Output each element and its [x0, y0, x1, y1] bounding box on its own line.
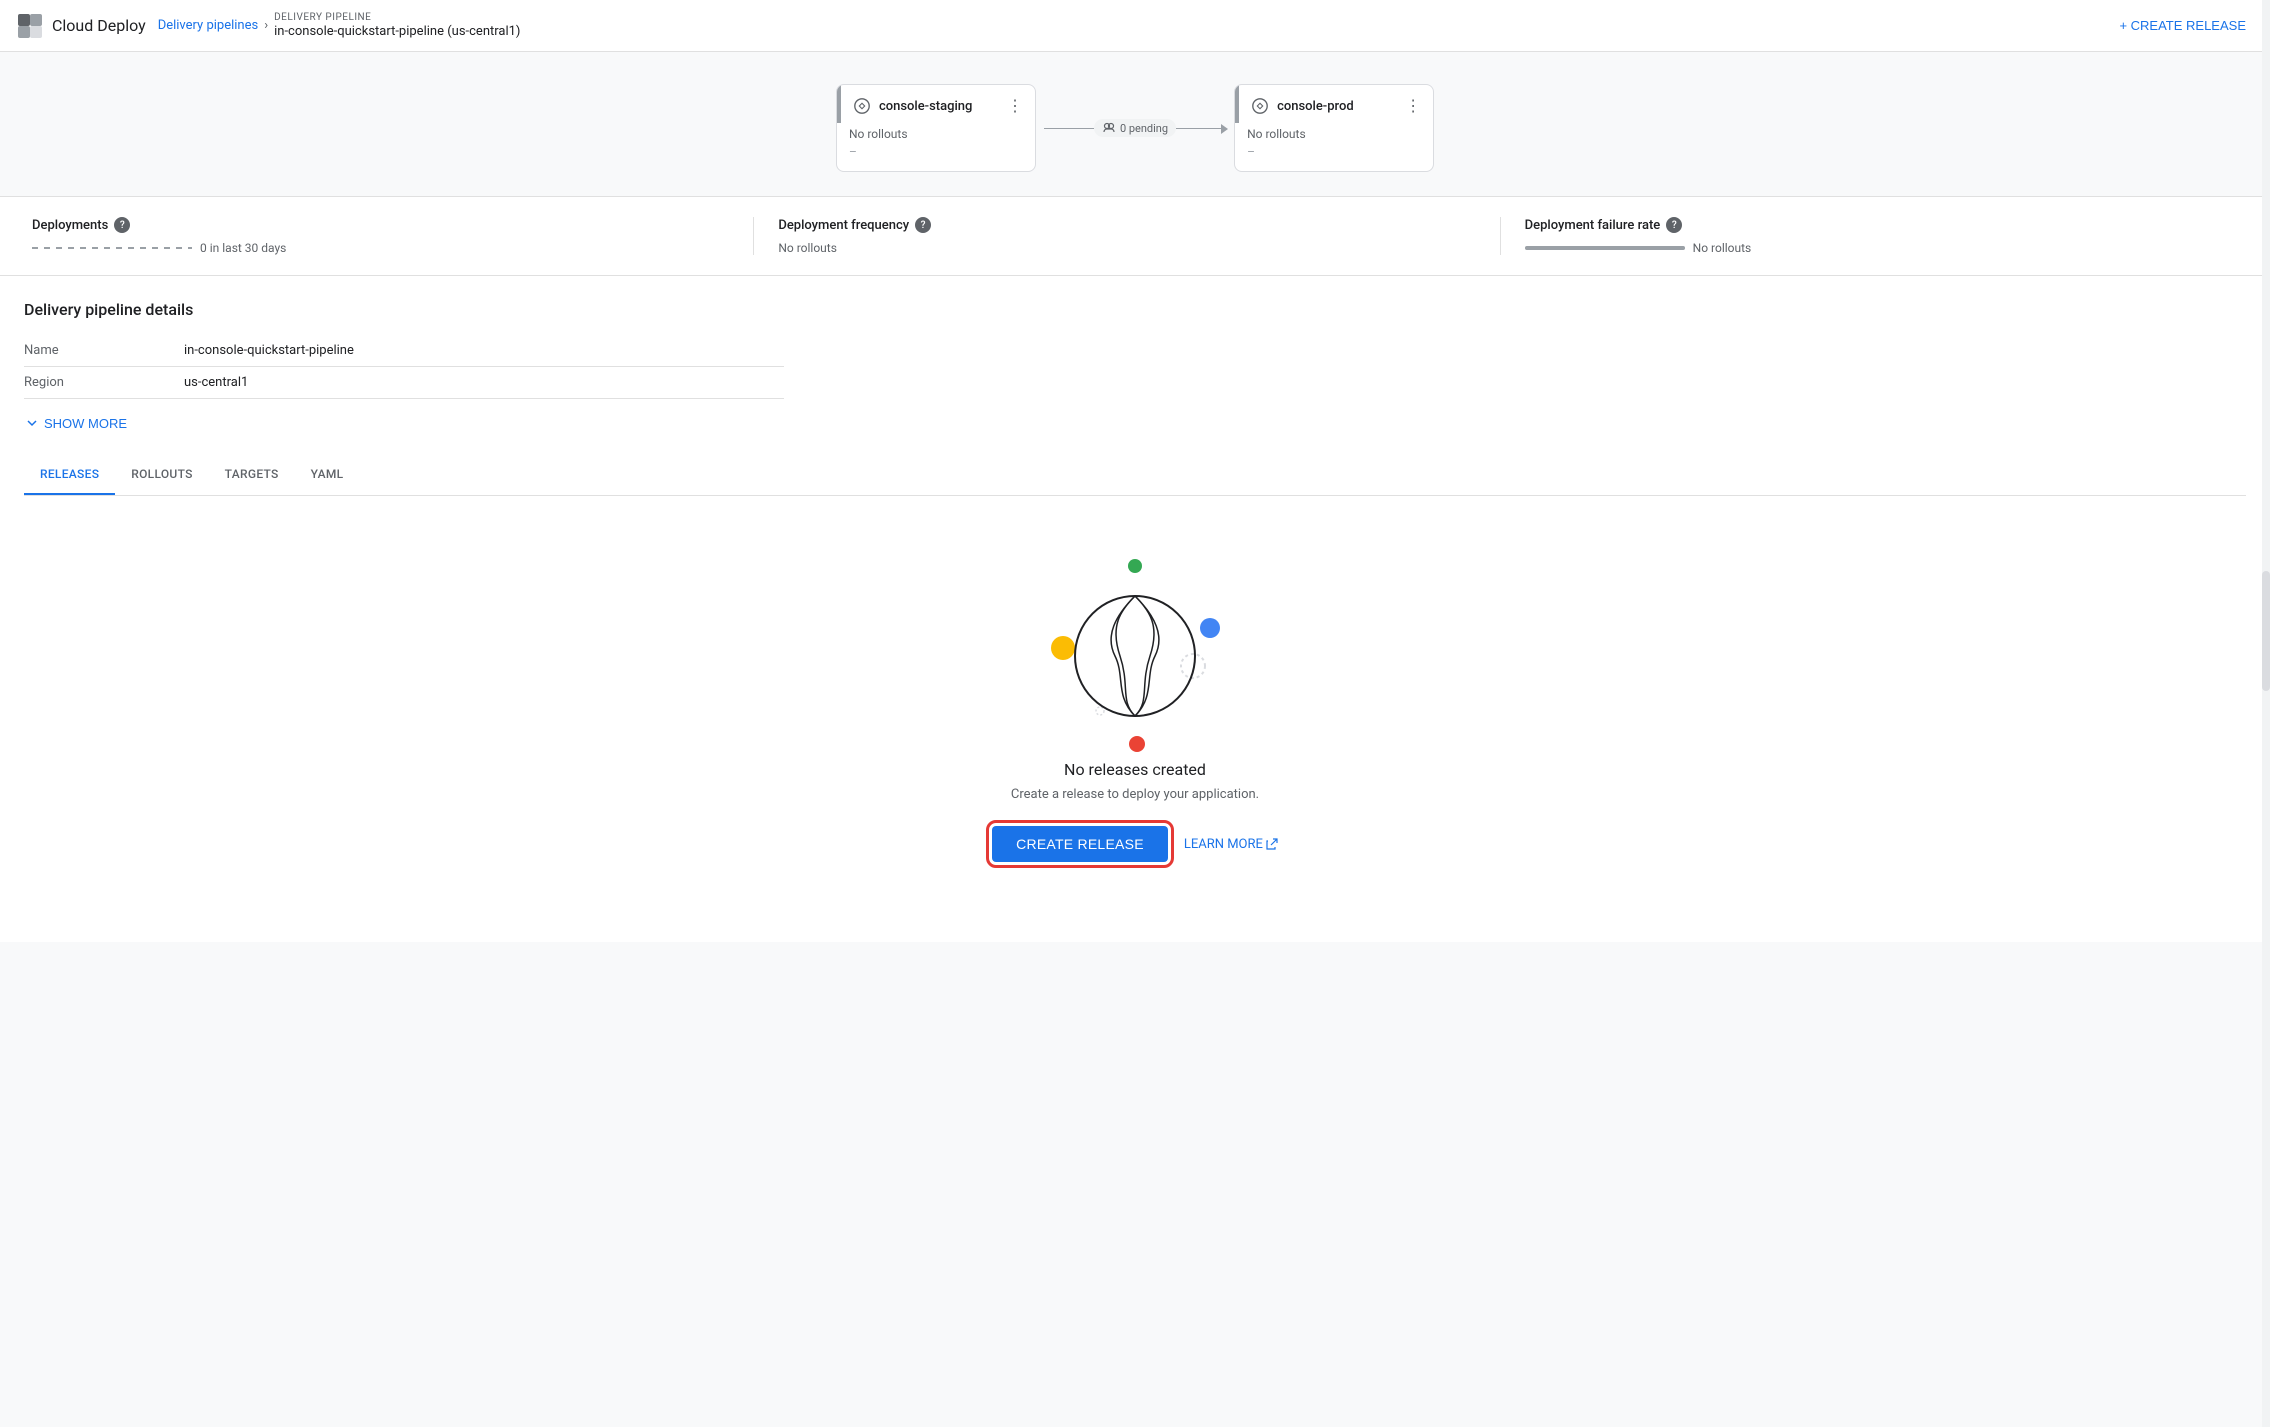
- stage-icon-prod: [1251, 97, 1269, 115]
- app-logo: Cloud Deploy: [16, 12, 146, 40]
- tab-releases[interactable]: RELEASES: [24, 455, 115, 495]
- stat-deployments: Deployments ? 0 in last 30 days: [24, 217, 754, 255]
- tabs-bar: RELEASES ROLLOUTS TARGETS YAML: [24, 455, 2246, 496]
- stage-name-prod: console-prod: [1277, 99, 1397, 114]
- stat-frequency: Deployment frequency ? No rollouts: [754, 217, 1500, 255]
- breadcrumb-type-label: DELIVERY PIPELINE: [274, 11, 520, 24]
- details-key-region: Region: [24, 367, 184, 399]
- details-row-region: Region us-central1: [24, 367, 784, 399]
- tab-rollouts[interactable]: ROLLOUTS: [115, 455, 208, 495]
- releases-empty-state: No releases created Create a release to …: [0, 496, 2270, 942]
- details-value-name: in-console-quickstart-pipeline: [184, 335, 784, 367]
- stat-deployments-value: 0 in last 30 days: [32, 241, 729, 255]
- pipeline-visualization-area: console-staging ⋮ No rollouts –: [0, 52, 2270, 197]
- empty-state-svg: [1045, 556, 1225, 756]
- create-release-header-button[interactable]: + CREATE RELEASE: [2111, 12, 2254, 39]
- empty-state-subtitle: Create a release to deploy your applicat…: [1011, 787, 1259, 802]
- scrollbar-track[interactable]: [2262, 0, 2270, 1427]
- stage-dash-staging: –: [849, 145, 1023, 159]
- cloud-deploy-logo-icon: [16, 12, 44, 40]
- app-header: Cloud Deploy Delivery pipelines › DELIVE…: [0, 0, 2270, 52]
- frequency-help-icon[interactable]: ?: [915, 217, 931, 233]
- empty-state-actions: CREATE RELEASE LEARN MORE: [992, 826, 1278, 862]
- stat-frequency-label: Deployment frequency ?: [778, 217, 1475, 233]
- main-content: Delivery pipeline details Name in-consol…: [0, 276, 2270, 496]
- stage-card-console-prod: console-prod ⋮ No rollouts –: [1234, 84, 1434, 172]
- failure-bar-fill: [1525, 246, 1685, 250]
- details-row-name: Name in-console-quickstart-pipeline: [24, 335, 784, 367]
- breadcrumb: Delivery pipelines › DELIVERY PIPELINE i…: [158, 11, 521, 41]
- pending-badge: 0 pending: [1094, 119, 1176, 137]
- pending-icon: [1102, 121, 1116, 135]
- empty-state-title: No releases created: [1064, 760, 1206, 779]
- stage-menu-staging[interactable]: ⋮: [1007, 98, 1023, 114]
- pending-count: 0 pending: [1120, 122, 1168, 135]
- tab-targets[interactable]: TARGETS: [209, 455, 295, 495]
- stage-rollouts-staging: No rollouts: [849, 127, 1023, 141]
- stats-bar: Deployments ? 0 in last 30 days Deployme…: [0, 197, 2270, 276]
- failure-bar-track: [1525, 246, 1685, 250]
- stage-card-console-staging: console-staging ⋮ No rollouts –: [836, 84, 1036, 172]
- tab-yaml[interactable]: YAML: [295, 455, 360, 495]
- stage-header-staging: console-staging ⋮: [837, 85, 1035, 123]
- learn-more-link[interactable]: LEARN MORE: [1184, 837, 1278, 852]
- deployments-bar-dashed: [32, 247, 192, 249]
- pipeline-flow: console-staging ⋮ No rollouts –: [40, 84, 2230, 172]
- breadcrumb-pipeline-name: in-console-quickstart-pipeline (us-centr…: [274, 24, 520, 41]
- details-table: Name in-console-quickstart-pipeline Regi…: [24, 335, 784, 399]
- breadcrumb-separator: ›: [264, 18, 268, 33]
- stat-deployments-label: Deployments ?: [32, 217, 729, 233]
- breadcrumb-delivery-pipelines[interactable]: Delivery pipelines: [158, 18, 259, 33]
- stat-failure-value: No rollouts: [1525, 241, 2222, 255]
- stage-body-staging: No rollouts –: [837, 123, 1035, 171]
- details-section-title: Delivery pipeline details: [24, 300, 2246, 319]
- scrollbar-thumb[interactable]: [2262, 571, 2270, 691]
- stage-name-staging: console-staging: [879, 99, 999, 114]
- stage-header-prod: console-prod ⋮: [1235, 85, 1433, 123]
- stat-frequency-value: No rollouts: [778, 241, 1475, 255]
- deployments-help-icon[interactable]: ?: [114, 217, 130, 233]
- stat-failure-rate: Deployment failure rate ? No rollouts: [1501, 217, 2246, 255]
- stage-dash-prod: –: [1247, 145, 1421, 159]
- stage-icon-staging: [853, 97, 871, 115]
- breadcrumb-current: DELIVERY PIPELINE in-console-quickstart-…: [274, 11, 520, 41]
- pipeline-connector: 0 pending: [1036, 119, 1234, 137]
- empty-illustration: [1045, 556, 1225, 736]
- external-link-icon: [1266, 838, 1278, 850]
- details-value-region: us-central1: [184, 367, 784, 399]
- app-name: Cloud Deploy: [52, 16, 146, 35]
- pipeline-details-section: Delivery pipeline details Name in-consol…: [24, 300, 2246, 439]
- details-key-name: Name: [24, 335, 184, 367]
- stage-body-prod: No rollouts –: [1235, 123, 1433, 171]
- create-release-main-button[interactable]: CREATE RELEASE: [992, 826, 1168, 862]
- stat-failure-label: Deployment failure rate ?: [1525, 217, 2222, 233]
- show-more-button[interactable]: SHOW MORE: [24, 407, 127, 439]
- failure-help-icon[interactable]: ?: [1666, 217, 1682, 233]
- stage-menu-prod[interactable]: ⋮: [1405, 98, 1421, 114]
- chevron-down-icon: [24, 415, 40, 431]
- stage-rollouts-prod: No rollouts: [1247, 127, 1421, 141]
